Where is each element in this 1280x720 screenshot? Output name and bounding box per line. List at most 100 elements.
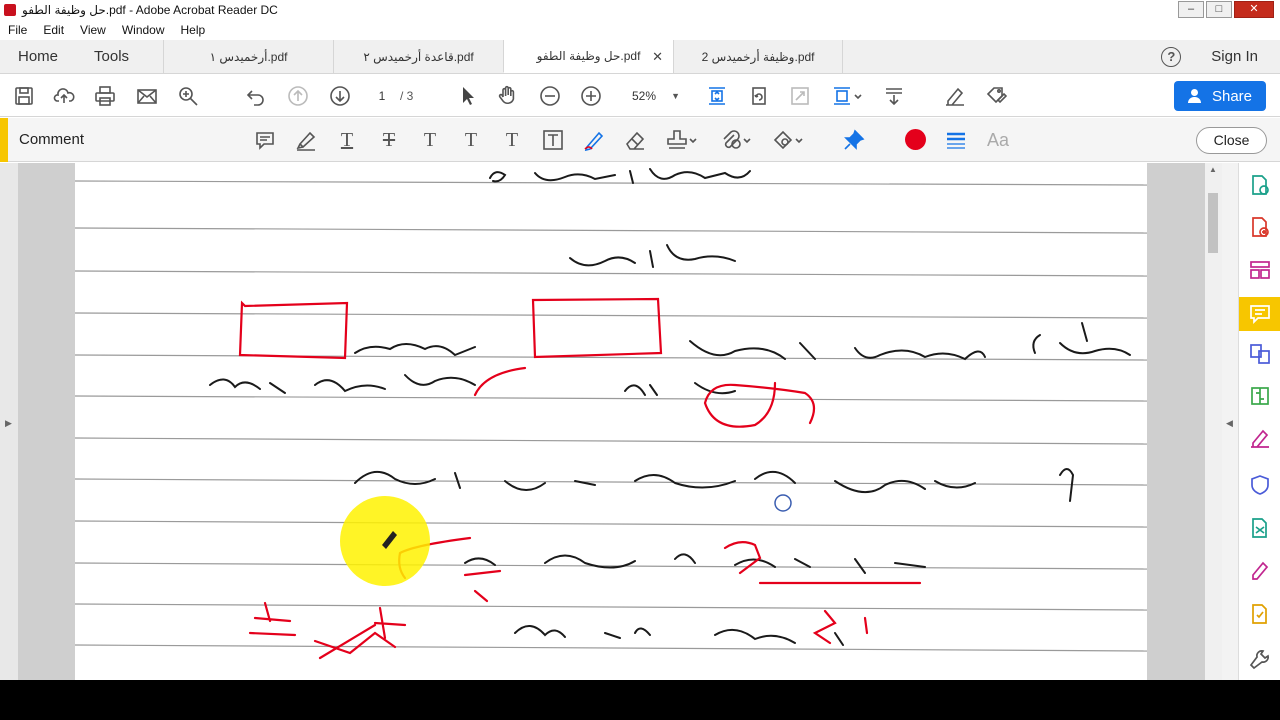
email-icon[interactable]: [136, 85, 158, 107]
save-icon[interactable]: [13, 85, 35, 107]
font-icon[interactable]: Aa: [987, 129, 1013, 151]
sign-in-link[interactable]: Sign In: [1211, 48, 1258, 65]
title-bar: حل وظيفة الطفو.pdf - Adobe Acrobat Reade…: [0, 0, 1280, 20]
page-number-input[interactable]: 1: [368, 85, 396, 107]
protect-icon[interactable]: [1249, 474, 1271, 496]
pdf-page[interactable]: [75, 163, 1147, 680]
comment-accent-bar: [0, 118, 8, 162]
vertical-scrollbar[interactable]: ▲: [1205, 163, 1222, 680]
export-pdf-icon[interactable]: [1249, 174, 1271, 196]
eraser-icon[interactable]: [624, 129, 646, 151]
tab-close-icon[interactable]: ✕: [652, 49, 663, 65]
undo-icon[interactable]: [245, 85, 267, 107]
pencil-draw-icon[interactable]: [583, 129, 605, 152]
zoom-value: 52%: [632, 89, 657, 103]
sign-icon[interactable]: [944, 85, 966, 107]
maximize-button[interactable]: □: [1206, 1, 1232, 18]
menu-view[interactable]: View: [72, 23, 114, 37]
red-ink-strokes: [238, 297, 922, 660]
zoom-in-icon[interactable]: [580, 85, 602, 107]
search-icon[interactable]: [177, 85, 199, 107]
edit-pdf-icon[interactable]: [1249, 559, 1271, 581]
color-dot[interactable]: [905, 129, 926, 150]
stamp-icon[interactable]: [666, 129, 698, 151]
scrollbar-thumb[interactable]: [1208, 193, 1218, 253]
strikethrough-text-icon[interactable]: T: [378, 129, 400, 151]
menu-edit[interactable]: Edit: [35, 23, 72, 37]
tab-label: وظيفة أرخميدس 2.pdf: [701, 49, 815, 64]
replace-text-icon[interactable]: T: [419, 129, 441, 151]
fill-sign-icon[interactable]: [985, 85, 1008, 107]
scroll-mode-icon[interactable]: [831, 85, 865, 107]
scroll-up-icon[interactable]: ▲: [1209, 165, 1217, 174]
rotate-icon[interactable]: [748, 85, 770, 107]
send-for-review-icon[interactable]: [1249, 603, 1271, 625]
insert-text-icon[interactable]: T: [460, 129, 482, 151]
right-panel-toggle[interactable]: ◀: [1222, 163, 1238, 680]
menu-file[interactable]: File: [0, 23, 35, 37]
crosshair-cursor-icon: [774, 494, 792, 512]
attach-icon[interactable]: [720, 129, 752, 151]
tab-document-2[interactable]: قاعدة أرخميدس ٢.pdf: [333, 40, 503, 73]
sticky-note-icon[interactable]: [254, 129, 276, 151]
print-icon[interactable]: [94, 85, 116, 107]
tab-label: حل وظيفة الطفو.pdf: [536, 49, 641, 63]
tab-label: قاعدة أرخميدس ٢.pdf: [363, 49, 474, 64]
top-nav: Home Tools: [0, 40, 147, 73]
header-right: ? Sign In: [1161, 40, 1280, 73]
collapse-right-icon: ◀: [1226, 418, 1233, 428]
tabs-row: Home Tools أرخميدس ١.pdf قاعدة أرخميدس ٢…: [0, 40, 1280, 74]
expand-left-icon: ▶: [5, 418, 12, 428]
pin-icon[interactable]: [843, 129, 865, 151]
next-page-icon[interactable]: [329, 85, 351, 107]
comment-tool-label: Comment: [19, 131, 85, 148]
screen-bottom-band: [0, 680, 1280, 720]
combine-files-icon[interactable]: [1249, 343, 1271, 365]
fit-page-icon[interactable]: [706, 85, 728, 107]
minimize-button[interactable]: –: [1178, 1, 1204, 18]
people-icon: [1187, 89, 1204, 103]
ruled-lines: [75, 180, 1147, 652]
nav-tools[interactable]: Tools: [76, 48, 147, 65]
page-total: / 3: [400, 89, 414, 103]
tab-document-3-active[interactable]: حل وظيفة الطفو.pdf ✕: [503, 40, 674, 73]
share-label: Share: [1211, 87, 1253, 105]
underline-text-icon[interactable]: T: [336, 129, 358, 151]
hand-icon[interactable]: [497, 85, 519, 107]
line-thickness-icon[interactable]: [945, 129, 967, 151]
compress-pdf-icon[interactable]: [1249, 385, 1271, 407]
acrobat-app-icon: [4, 4, 16, 16]
window-controls: – □ ✕: [1178, 1, 1274, 18]
text-box-icon[interactable]: [542, 129, 564, 151]
tab-label: أرخميدس ١.pdf: [209, 49, 288, 64]
comment-toolbar: Comment T T T T T Aa Close: [0, 118, 1280, 162]
zoom-select[interactable]: 52% ▼: [620, 85, 690, 107]
close-comment-button[interactable]: Close: [1196, 127, 1267, 154]
fill-sign-icon[interactable]: [1249, 427, 1271, 449]
select-arrow-icon[interactable]: [456, 85, 478, 107]
full-screen-icon[interactable]: [789, 85, 811, 107]
main-toolbar: 1 / 3 52% ▼ Share: [0, 75, 1280, 117]
shapes-icon[interactable]: [772, 129, 804, 151]
menu-bar: File Edit View Window Help: [0, 20, 1280, 40]
menu-help[interactable]: Help: [173, 23, 214, 37]
send-track-icon[interactable]: [1249, 517, 1271, 539]
read-mode-icon[interactable]: [883, 85, 905, 107]
more-tools-icon[interactable]: [1249, 648, 1271, 670]
upload-icon[interactable]: [53, 85, 75, 107]
nav-home[interactable]: Home: [0, 48, 76, 65]
comment-icon[interactable]: [1239, 297, 1280, 331]
help-icon[interactable]: ?: [1161, 46, 1182, 67]
previous-page-icon[interactable]: [287, 85, 309, 107]
window-close-button[interactable]: ✕: [1234, 1, 1274, 18]
left-panel-toggle[interactable]: ▶: [0, 163, 18, 680]
tab-document-1[interactable]: أرخميدس ١.pdf: [163, 40, 333, 73]
share-button[interactable]: Share: [1174, 81, 1266, 111]
add-text-comment-icon[interactable]: T: [501, 129, 523, 151]
zoom-out-icon[interactable]: [539, 85, 561, 107]
tab-document-4[interactable]: وظيفة أرخميدس 2.pdf: [673, 40, 844, 73]
menu-window[interactable]: Window: [114, 23, 173, 37]
create-pdf-icon[interactable]: [1249, 216, 1271, 238]
organize-pages-icon[interactable]: [1249, 259, 1271, 281]
highlighter-icon[interactable]: [295, 129, 317, 151]
